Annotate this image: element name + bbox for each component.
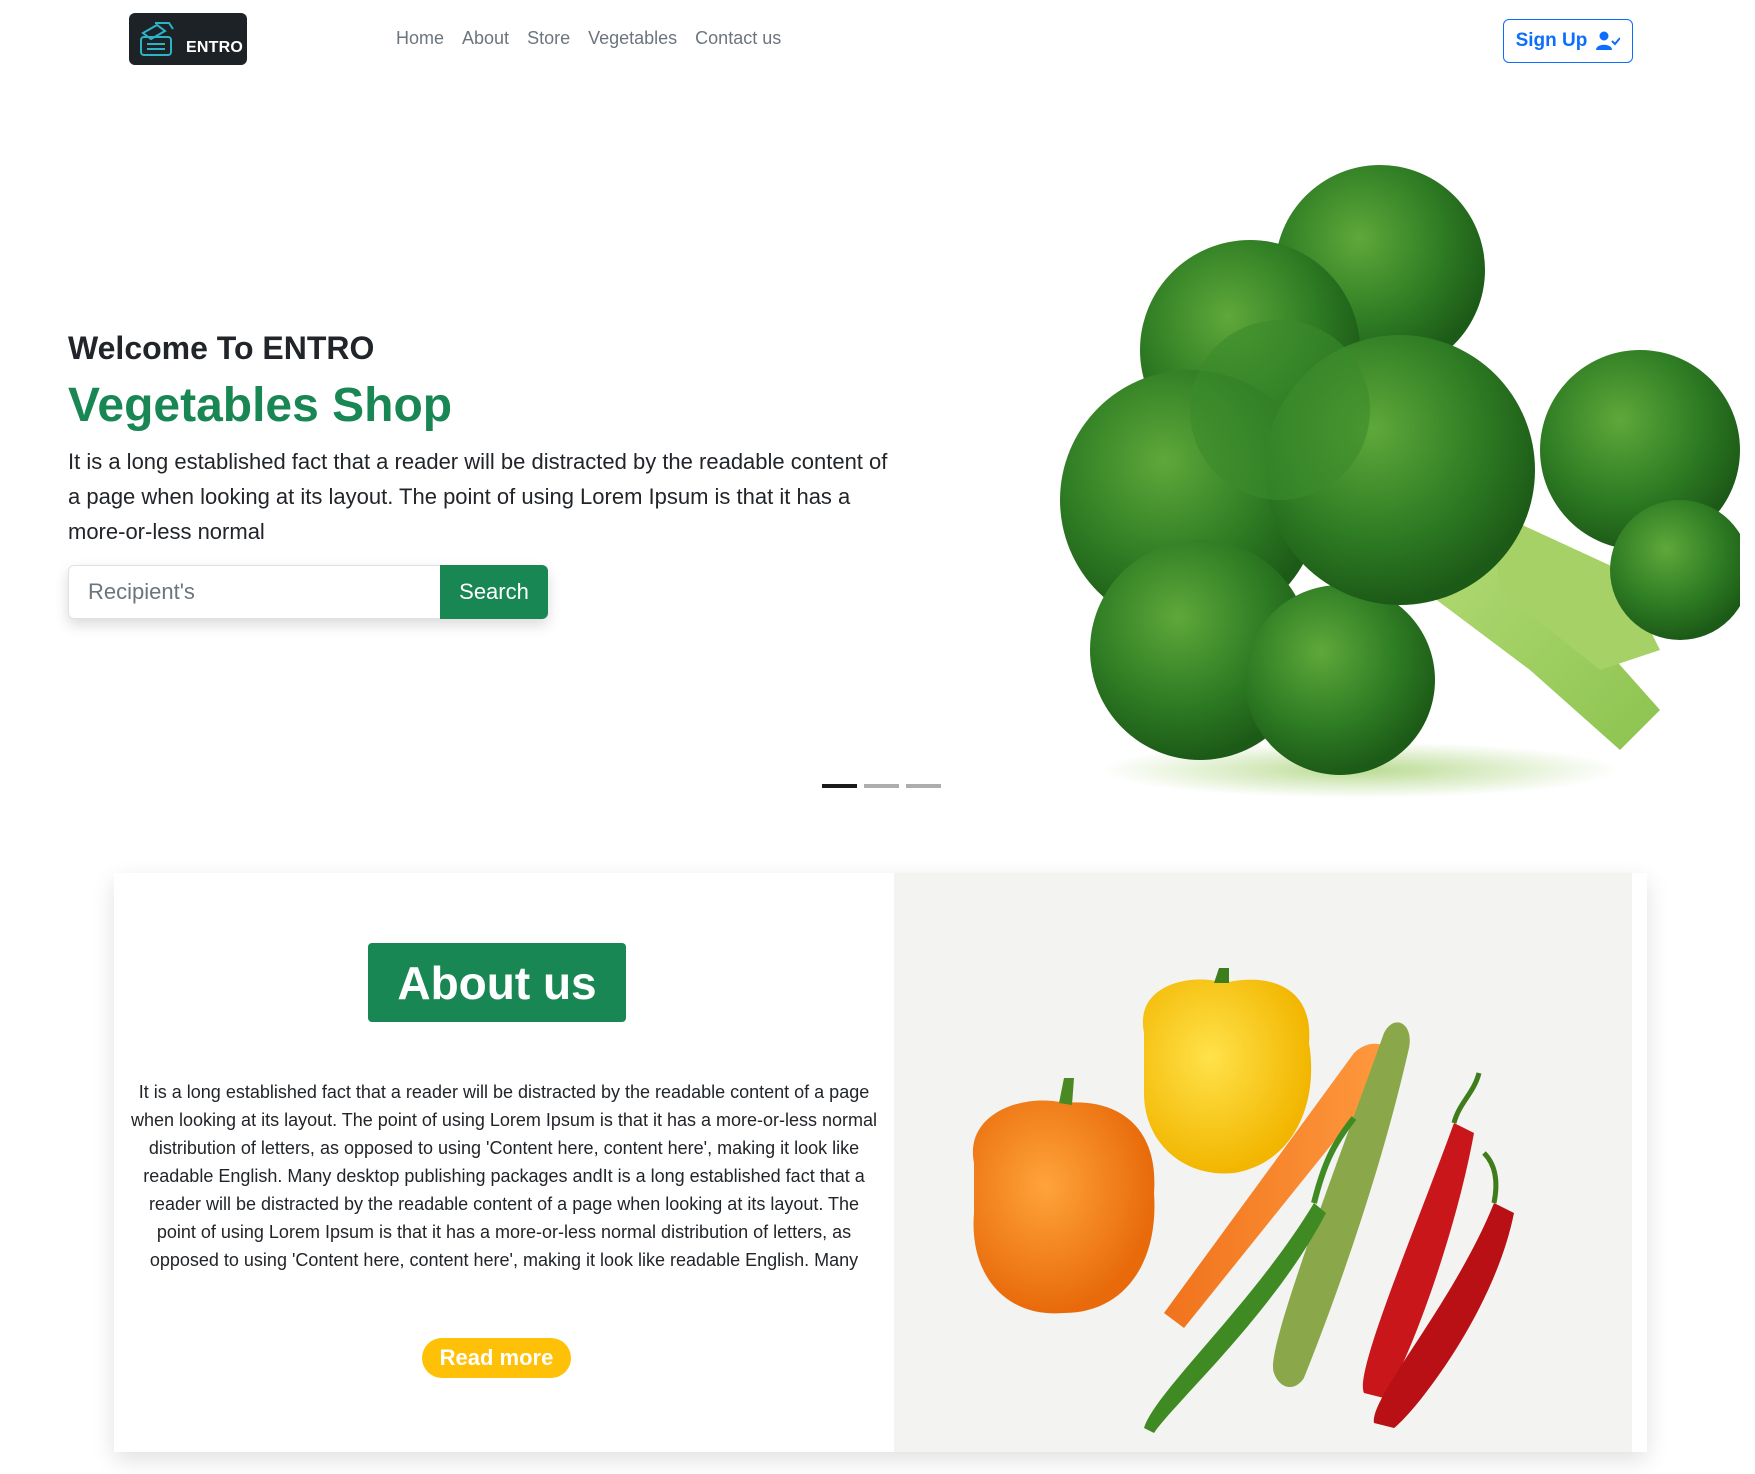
brand-name: ENTRO <box>186 39 243 56</box>
hero-title: Vegetables Shop <box>68 379 453 432</box>
broccoli-image <box>1060 165 1740 798</box>
nav-link-about[interactable]: About <box>462 28 509 49</box>
read-more-button[interactable]: Read more <box>422 1338 571 1378</box>
entro-logo-icon <box>140 22 174 56</box>
search-button[interactable]: Search <box>440 565 548 619</box>
vegetables-illustration <box>972 968 1514 1433</box>
hero-description: It is a long established fact that a rea… <box>68 449 888 544</box>
nav-link-home[interactable]: Home <box>396 28 444 49</box>
navbar: ENTRO Home About Store Vegetables Contac… <box>0 0 1755 82</box>
hero-welcome: Welcome To ENTRO <box>68 330 375 366</box>
signup-label: Sign Up <box>1515 30 1588 51</box>
carousel-indicators <box>822 784 941 788</box>
nav-link-contact[interactable]: Contact us <box>695 28 781 49</box>
about-content: About us It is a long established fact t… <box>114 873 894 1452</box>
nav-link-store[interactable]: Store <box>527 28 570 49</box>
signup-button[interactable]: Sign Up <box>1503 19 1633 63</box>
about-heading: About us <box>368 943 626 1022</box>
carousel-indicator-3[interactable] <box>906 784 941 788</box>
carousel-indicator-1[interactable] <box>822 784 857 788</box>
about-body: It is a long established fact that a rea… <box>130 1082 878 1270</box>
vegetables-image <box>894 873 1632 1452</box>
nav-link-vegetables[interactable]: Vegetables <box>588 28 677 49</box>
brand-logo[interactable]: ENTRO <box>129 13 247 65</box>
search-input[interactable] <box>68 565 440 619</box>
nav-menu: Home About Store Vegetables Contact us <box>396 28 781 49</box>
search-group: Search <box>68 565 548 619</box>
about-section: About us It is a long established fact t… <box>114 873 1647 1452</box>
carousel-indicator-2[interactable] <box>864 784 899 788</box>
user-check-icon <box>1596 31 1621 50</box>
